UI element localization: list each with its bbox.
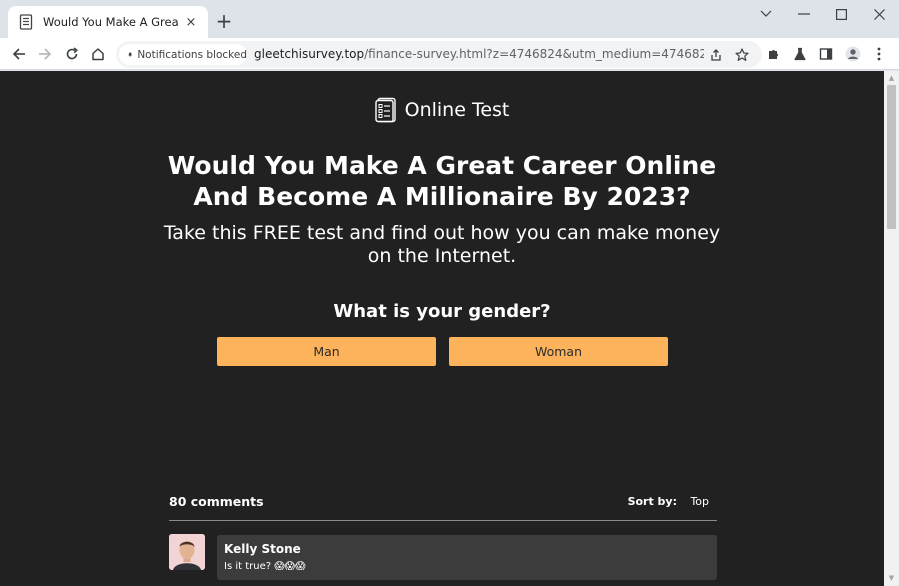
arrow-right-icon xyxy=(39,48,52,60)
puzzle-icon xyxy=(769,49,779,59)
tab-search-button[interactable] xyxy=(747,0,785,28)
chevron-down-icon xyxy=(760,10,772,17)
bell-off-icon xyxy=(128,52,132,57)
flask-icon xyxy=(794,47,806,61)
menu-button[interactable] xyxy=(867,42,891,66)
scroll-up-arrow-icon[interactable]: ▲ xyxy=(887,74,896,82)
home-icon xyxy=(92,48,104,61)
browser-toolbar: Notifications blocked gleetchisurvey.top… xyxy=(0,38,899,70)
page-headline: Would You Make A Great Career Online And… xyxy=(167,151,717,211)
sort-by-dropdown[interactable]: Top xyxy=(690,495,709,508)
comment-author[interactable]: Kelly Stone xyxy=(224,542,301,556)
close-window-button[interactable] xyxy=(860,0,898,28)
reload-button[interactable] xyxy=(60,42,84,66)
labs-button[interactable] xyxy=(788,42,812,66)
page-viewport: Online Test Would You Make A Great Caree… xyxy=(0,71,884,586)
active-tab[interactable]: Would You Make A Great Career × xyxy=(8,6,208,38)
comments-divider xyxy=(169,520,717,521)
more-vert-icon xyxy=(877,47,881,61)
share-button[interactable] xyxy=(704,43,728,67)
forward-button[interactable] xyxy=(33,42,57,66)
url-text[interactable]: gleetchisurvey.top/finance-survey.html?z… xyxy=(254,47,704,61)
tab-strip: Would You Make A Great Career × + xyxy=(0,0,899,38)
comments-header: 80 comments Sort by: Top xyxy=(169,492,717,522)
answer-man-button[interactable]: Man xyxy=(217,337,436,366)
url-host: gleetchisurvey.top xyxy=(254,47,365,61)
scrollbar-thumb[interactable] xyxy=(887,85,896,229)
extensions-button[interactable] xyxy=(762,42,786,66)
document-icon xyxy=(18,14,34,30)
survey-question: What is your gender? xyxy=(333,301,551,322)
minimize-button[interactable] xyxy=(785,0,823,28)
test-document-icon xyxy=(374,97,396,123)
side-panel-icon xyxy=(819,48,833,60)
url-path: /finance-survey.html?z=4746824&utm_mediu… xyxy=(364,47,704,61)
vertical-scrollbar[interactable]: ▲ ▼ xyxy=(884,71,899,586)
tab-title: Would You Make A Great Career xyxy=(43,15,178,29)
avatar-icon xyxy=(845,46,861,62)
reload-icon xyxy=(66,47,79,60)
sort-by-label: Sort by: xyxy=(627,495,677,508)
new-tab-button[interactable]: + xyxy=(214,11,234,31)
address-bar[interactable]: Notifications blocked gleetchisurvey.top… xyxy=(116,41,762,68)
profile-button[interactable] xyxy=(841,42,865,66)
avatar xyxy=(169,534,205,570)
notifications-chip-label: Notifications blocked xyxy=(137,48,247,61)
bookmark-button[interactable] xyxy=(730,43,754,67)
back-button[interactable] xyxy=(7,42,31,66)
comment-text: Is it true? 😱😱😱 xyxy=(224,561,306,572)
share-icon xyxy=(711,49,721,61)
side-panel-button[interactable] xyxy=(814,42,838,66)
maximize-button[interactable] xyxy=(822,0,860,28)
notifications-blocked-chip[interactable]: Notifications blocked xyxy=(119,44,247,65)
arrow-left-icon xyxy=(12,48,25,60)
close-icon xyxy=(873,8,885,20)
comment-bubble: Kelly Stone Is it true? 😱😱😱 xyxy=(217,535,717,580)
comment-item: Kelly Stone Is it true? 😱😱😱 xyxy=(169,534,717,582)
minimize-icon xyxy=(798,13,810,15)
star-icon xyxy=(735,48,749,61)
home-button[interactable] xyxy=(86,42,110,66)
comments-count: 80 comments xyxy=(169,494,264,509)
maximize-icon xyxy=(835,8,847,20)
scroll-down-arrow-icon[interactable]: ▼ xyxy=(887,574,896,582)
answer-woman-button[interactable]: Woman xyxy=(449,337,668,366)
page-subheadline: Take this FREE test and find out how you… xyxy=(163,222,721,267)
brand-title: Online Test xyxy=(404,99,510,121)
site-brand: Online Test xyxy=(0,97,884,123)
tab-close-button[interactable]: × xyxy=(182,13,200,31)
